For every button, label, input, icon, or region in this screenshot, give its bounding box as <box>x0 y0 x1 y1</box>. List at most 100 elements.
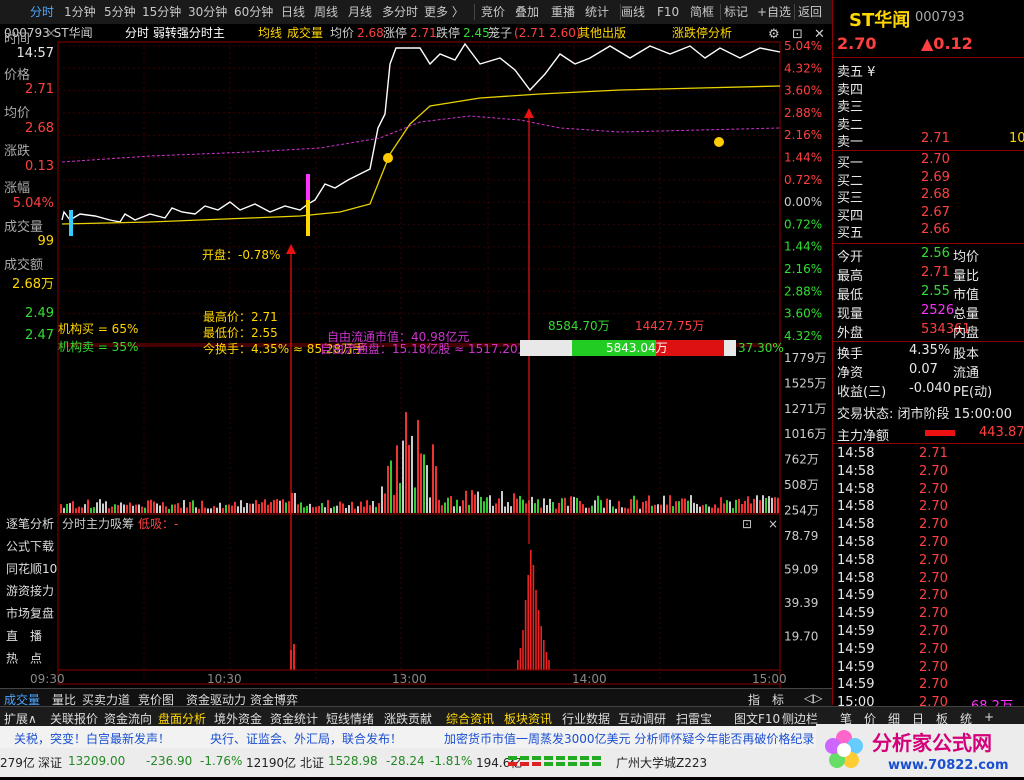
volume-bar <box>603 507 605 513</box>
function-tab-8[interactable]: 综合资讯 <box>446 710 494 727</box>
volume-bar <box>63 507 65 513</box>
volume-bar <box>69 503 71 513</box>
function-tab-0[interactable]: 扩展∧ <box>4 710 37 727</box>
tick-price: 2.70 <box>919 552 948 568</box>
function-tab-13[interactable]: 图文F10 <box>734 710 780 727</box>
volume-bar <box>672 506 674 513</box>
intraday-chart[interactable]: 000793 ST华闻 分时 弱转强分时主 均线 成交量 均价 2.68 涨停 2.71 跌停 2… <box>0 24 832 688</box>
toolbar-tab-16[interactable]: F10 <box>657 4 679 20</box>
volume-bar <box>342 503 344 513</box>
tick-time: 14:59 <box>837 606 875 622</box>
volume-bar <box>381 486 383 513</box>
toolbar-tab-13[interactable]: 重播 <box>551 4 575 20</box>
volume-bar <box>138 504 140 513</box>
status-item-3: -236.90 <box>146 754 193 768</box>
volume-bar <box>345 507 347 513</box>
volume-bar <box>759 500 761 513</box>
toolbar-tab-10[interactable]: 更多 〉 <box>424 4 464 20</box>
toolbar-tab-11[interactable]: 竞价 <box>481 4 505 20</box>
volume-bar <box>405 412 407 513</box>
status-item-9: -1.81% <box>430 754 473 768</box>
function-tab-1[interactable]: 关联报价 <box>50 710 98 727</box>
vol-label: 成交量 <box>4 220 44 235</box>
toolbar-tab-7[interactable]: 周线 <box>314 4 338 20</box>
function-tab-12[interactable]: 扫雷宝 <box>676 710 712 727</box>
toolbar-tab-12[interactable]: 叠加 <box>515 4 539 20</box>
bid-price-3: 2.67 <box>921 204 950 220</box>
function-tab-2[interactable]: 资金流向 <box>104 710 152 727</box>
volume-bar <box>555 508 557 513</box>
volume-bar <box>249 503 251 513</box>
panel-tab-6[interactable]: + <box>984 710 994 724</box>
toolbar-tab-17[interactable]: 简框 <box>690 4 714 20</box>
volume-bar <box>276 499 278 513</box>
toolbar-separator <box>474 4 475 20</box>
news-item-0[interactable]: 关税，突变！白宫最新发声！ <box>14 730 170 747</box>
volume-bar <box>180 507 182 513</box>
volume-bar <box>117 504 119 513</box>
stat-label2-0: 均价 <box>953 250 980 265</box>
volume-bar <box>210 508 212 513</box>
volume-bar <box>585 507 587 513</box>
function-tab-9[interactable]: 板块资讯 <box>504 710 552 727</box>
function-tab-14[interactable]: 侧边栏 <box>782 710 818 727</box>
breadth-bar <box>580 756 589 760</box>
volume-bar <box>60 504 62 513</box>
volume-bar <box>237 506 239 513</box>
toolbar-tab-3[interactable]: 15分钟 <box>142 4 181 20</box>
avg-value: 2.68 <box>25 121 54 136</box>
volume-bar <box>687 500 689 513</box>
function-tab-11[interactable]: 互动调研 <box>618 710 666 727</box>
toolbar-tab-1[interactable]: 1分钟 <box>64 4 96 20</box>
bar-right-value: 14427.75万 <box>635 319 704 333</box>
function-tab-7[interactable]: 涨跌贡献 <box>384 710 432 727</box>
tick-price: 2.70 <box>919 463 948 479</box>
function-tab-3[interactable]: 盘面分析 <box>158 710 206 727</box>
breadth-bar <box>544 756 553 760</box>
volume-bar <box>198 508 200 513</box>
volume-bar <box>216 507 218 513</box>
function-tab-5[interactable]: 资金统计 <box>270 710 318 727</box>
fin-value-2: -0.040 <box>909 381 951 396</box>
breadth-bar <box>544 762 553 766</box>
toolbar-tab-4[interactable]: 30分钟 <box>188 4 227 20</box>
signal-marker-top <box>306 174 310 200</box>
absorb-bar <box>535 590 537 670</box>
volume-bar <box>336 505 338 513</box>
toolbar-tab-14[interactable]: 统计 <box>585 4 609 20</box>
flower-logo-icon: 分析家公式网 www.70822.com <box>816 724 1024 777</box>
volume-bar <box>669 495 671 513</box>
volume-bar <box>279 500 281 513</box>
toolbar-tab-0[interactable]: 分时 <box>30 4 54 20</box>
toolbar-tab-5[interactable]: 60分钟 <box>234 4 273 20</box>
function-tab-4[interactable]: 境外资金 <box>214 710 262 727</box>
toolbar-tab-9[interactable]: 多分时 <box>382 4 418 20</box>
news-item-1[interactable]: 央行、证监会、外汇局，联合发布！ <box>210 730 402 747</box>
pct-value: 5.04% <box>12 196 54 211</box>
volume-bar <box>360 501 362 513</box>
volume-bar <box>582 504 584 513</box>
toolbar-tab-2[interactable]: 5分钟 <box>104 4 136 20</box>
bid-price-4: 2.66 <box>921 222 950 238</box>
period-toolbar: 分时 1分钟 5分钟 15分钟 30分钟 60分钟 日线 周线 月线 多分时 更多 〉 竞价 叠加 重播统… <box>0 0 832 25</box>
toolbar-tab-6[interactable]: 日线 <box>281 4 305 20</box>
gear-icon: ⚙ <box>768 27 780 42</box>
function-tab-6[interactable]: 短线情绪 <box>326 710 374 727</box>
toolbar-tab-8[interactable]: 月线 <box>348 4 372 20</box>
toolbar-tab-19[interactable]: +自选 <box>757 4 791 20</box>
indicator-tab-7[interactable]: ◁▷ <box>804 691 822 705</box>
volume-bar <box>126 504 128 513</box>
stat-value-3: 2526 <box>921 303 955 318</box>
toolbar-tab-18[interactable]: 标记 <box>724 4 748 20</box>
tick-price: 2.70 <box>919 499 948 515</box>
toolbar-tab-15[interactable]: 画线 <box>621 4 645 20</box>
volume-bar <box>675 501 677 513</box>
volume-bar <box>243 507 245 513</box>
news-item-2[interactable]: 加密货币市值一周蒸发3000亿美元 分析师怀疑今年能否再破价格纪录 <box>444 730 814 747</box>
toolbar-tab-20[interactable]: 返回 <box>798 4 822 20</box>
function-tab-10[interactable]: 行业数据 <box>562 710 610 727</box>
tick-price: 2.71 <box>919 446 948 461</box>
volume-bar <box>702 505 704 513</box>
inst-buy: 机构买 = 65% <box>58 321 138 336</box>
volume-bar <box>591 505 593 513</box>
